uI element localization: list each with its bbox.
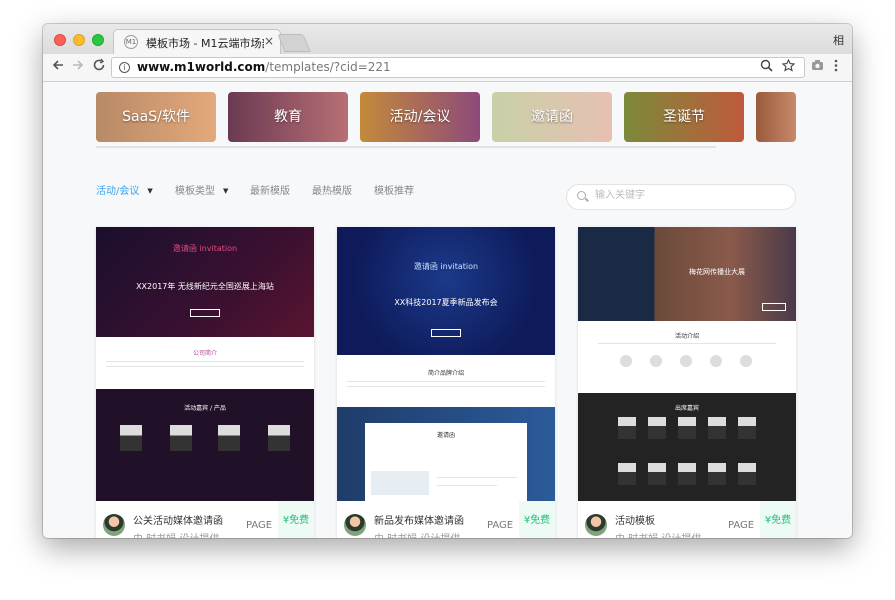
price-badge: ¥免费 bbox=[519, 501, 555, 538]
card-footer: 活动模板 由 时书娟 设计提供 PAGE ¥免费 bbox=[578, 501, 796, 538]
category-banner[interactable]: 邀请函 bbox=[492, 92, 612, 142]
category-banner-label bbox=[756, 92, 796, 142]
card-title[interactable]: 活动模板 bbox=[615, 512, 655, 527]
avatar bbox=[344, 514, 366, 536]
camera-icon[interactable] bbox=[811, 59, 824, 75]
browser-toolbar: i www.m1world.com/templates/?cid=221 bbox=[43, 54, 852, 82]
bookmark-star-icon[interactable] bbox=[781, 58, 796, 76]
category-banner[interactable]: 活动/会议 bbox=[360, 92, 480, 142]
card-author: 由 时书娟 设计提供 bbox=[374, 530, 460, 538]
tab-close-icon[interactable]: × bbox=[264, 34, 274, 48]
tab-title: 模板市场 - M1云端市场部，提供 bbox=[146, 37, 264, 50]
card-footer: 公关活动媒体邀请函 由 时书娟 设计提供 PAGE ¥免费 bbox=[96, 501, 314, 538]
reload-icon bbox=[93, 58, 105, 71]
minimize-window-button[interactable] bbox=[73, 34, 85, 46]
category-banner-label: 教育 bbox=[274, 109, 302, 125]
address-bar[interactable]: i www.m1world.com/templates/?cid=221 bbox=[111, 57, 805, 78]
info-icon[interactable]: i bbox=[119, 62, 130, 73]
template-card[interactable]: 邀请函 invitation XX2017年 无线新纪元全国巡展上海站 公司简介… bbox=[96, 227, 314, 538]
category-banner-label: 圣诞节 bbox=[663, 109, 705, 125]
card-title[interactable]: 公关活动媒体邀请函 bbox=[133, 512, 223, 527]
search-box[interactable] bbox=[566, 184, 796, 210]
kebab-menu-icon[interactable] bbox=[834, 59, 838, 76]
caret-down-icon: ▼ bbox=[147, 187, 153, 195]
zoom-window-button[interactable] bbox=[92, 34, 104, 46]
avatar bbox=[585, 514, 607, 536]
filter-hottest[interactable]: 最热模版 bbox=[312, 182, 352, 197]
new-tab-button[interactable] bbox=[277, 34, 311, 52]
category-banner[interactable]: 教育 bbox=[228, 92, 348, 142]
template-card[interactable]: 梅花网传播业大展 活动介绍 出席嘉宾 活动模板 PAGE ¥免费 bbox=[578, 227, 796, 538]
carousel-scrollbar[interactable] bbox=[96, 146, 716, 148]
filter-recommended[interactable]: 模板推荐 bbox=[374, 182, 414, 197]
price-badge: ¥免费 bbox=[760, 501, 796, 538]
search-input[interactable] bbox=[593, 189, 787, 202]
filter-newest[interactable]: 最新模版 bbox=[250, 182, 290, 197]
site-favicon-icon: M1 bbox=[124, 35, 138, 49]
page-tag: PAGE bbox=[246, 520, 273, 531]
browser-window: M1 模板市场 - M1云端市场部，提供 × 相 i www.m1world.c… bbox=[43, 24, 852, 538]
category-banner[interactable]: SaaS/软件 bbox=[96, 92, 216, 142]
close-window-button[interactable] bbox=[54, 34, 66, 46]
page-tag: PAGE bbox=[487, 520, 514, 531]
price-badge: ¥免费 bbox=[278, 501, 314, 538]
template-preview[interactable]: 梅花网传播业大展 活动介绍 出席嘉宾 bbox=[578, 227, 796, 501]
browser-tab[interactable]: M1 模板市场 - M1云端市场部，提供 × bbox=[113, 29, 281, 54]
category-banner-label: 活动/会议 bbox=[389, 109, 451, 125]
forward-button[interactable] bbox=[71, 58, 85, 76]
profile-button[interactable]: 相 bbox=[833, 32, 844, 48]
category-banner-label: 邀请函 bbox=[531, 109, 573, 125]
template-preview[interactable]: 邀请函 invitation XX科技2017夏季新品发布会 简介品牌介绍 邀请… bbox=[337, 227, 555, 501]
category-banner[interactable]: 圣诞节 bbox=[624, 92, 744, 142]
arrow-right-icon bbox=[73, 60, 84, 70]
url-text: www.m1world.com/templates/?cid=221 bbox=[137, 60, 391, 74]
card-title[interactable]: 新品发布媒体邀请函 bbox=[374, 512, 464, 527]
page-viewport: SaaS/软件 教育 活动/会议 邀请函 圣诞节 活动/会议 ▼ 模板类型 ▼ 最新模版 最… bbox=[43, 82, 852, 538]
template-card[interactable]: 邀请函 invitation XX科技2017夏季新品发布会 简介品牌介绍 邀请… bbox=[337, 227, 555, 538]
back-button[interactable] bbox=[51, 58, 65, 76]
filter-type-dropdown[interactable]: 模板类型 ▼ bbox=[175, 182, 228, 197]
filter-category-dropdown[interactable]: 活动/会议 ▼ bbox=[96, 182, 153, 197]
page-tag: PAGE bbox=[728, 520, 755, 531]
avatar bbox=[103, 514, 125, 536]
card-author: 由 时书娟 设计提供 bbox=[133, 530, 219, 538]
template-preview[interactable]: 邀请函 invitation XX2017年 无线新纪元全国巡展上海站 公司简介… bbox=[96, 227, 314, 501]
card-author: 由 时书娟 设计提供 bbox=[615, 530, 701, 538]
arrow-left-icon bbox=[52, 60, 63, 70]
card-footer: 新品发布媒体邀请函 由 时书娟 设计提供 PAGE ¥免费 bbox=[337, 501, 555, 538]
title-bar: M1 模板市场 - M1云端市场部，提供 × 相 bbox=[43, 24, 852, 54]
zoom-magnifier-icon[interactable] bbox=[760, 59, 773, 76]
search-icon bbox=[577, 191, 586, 200]
caret-down-icon: ▼ bbox=[223, 187, 229, 195]
category-banner[interactable] bbox=[756, 92, 796, 142]
category-banner-label: SaaS/软件 bbox=[122, 109, 190, 125]
reload-button[interactable] bbox=[92, 58, 106, 76]
